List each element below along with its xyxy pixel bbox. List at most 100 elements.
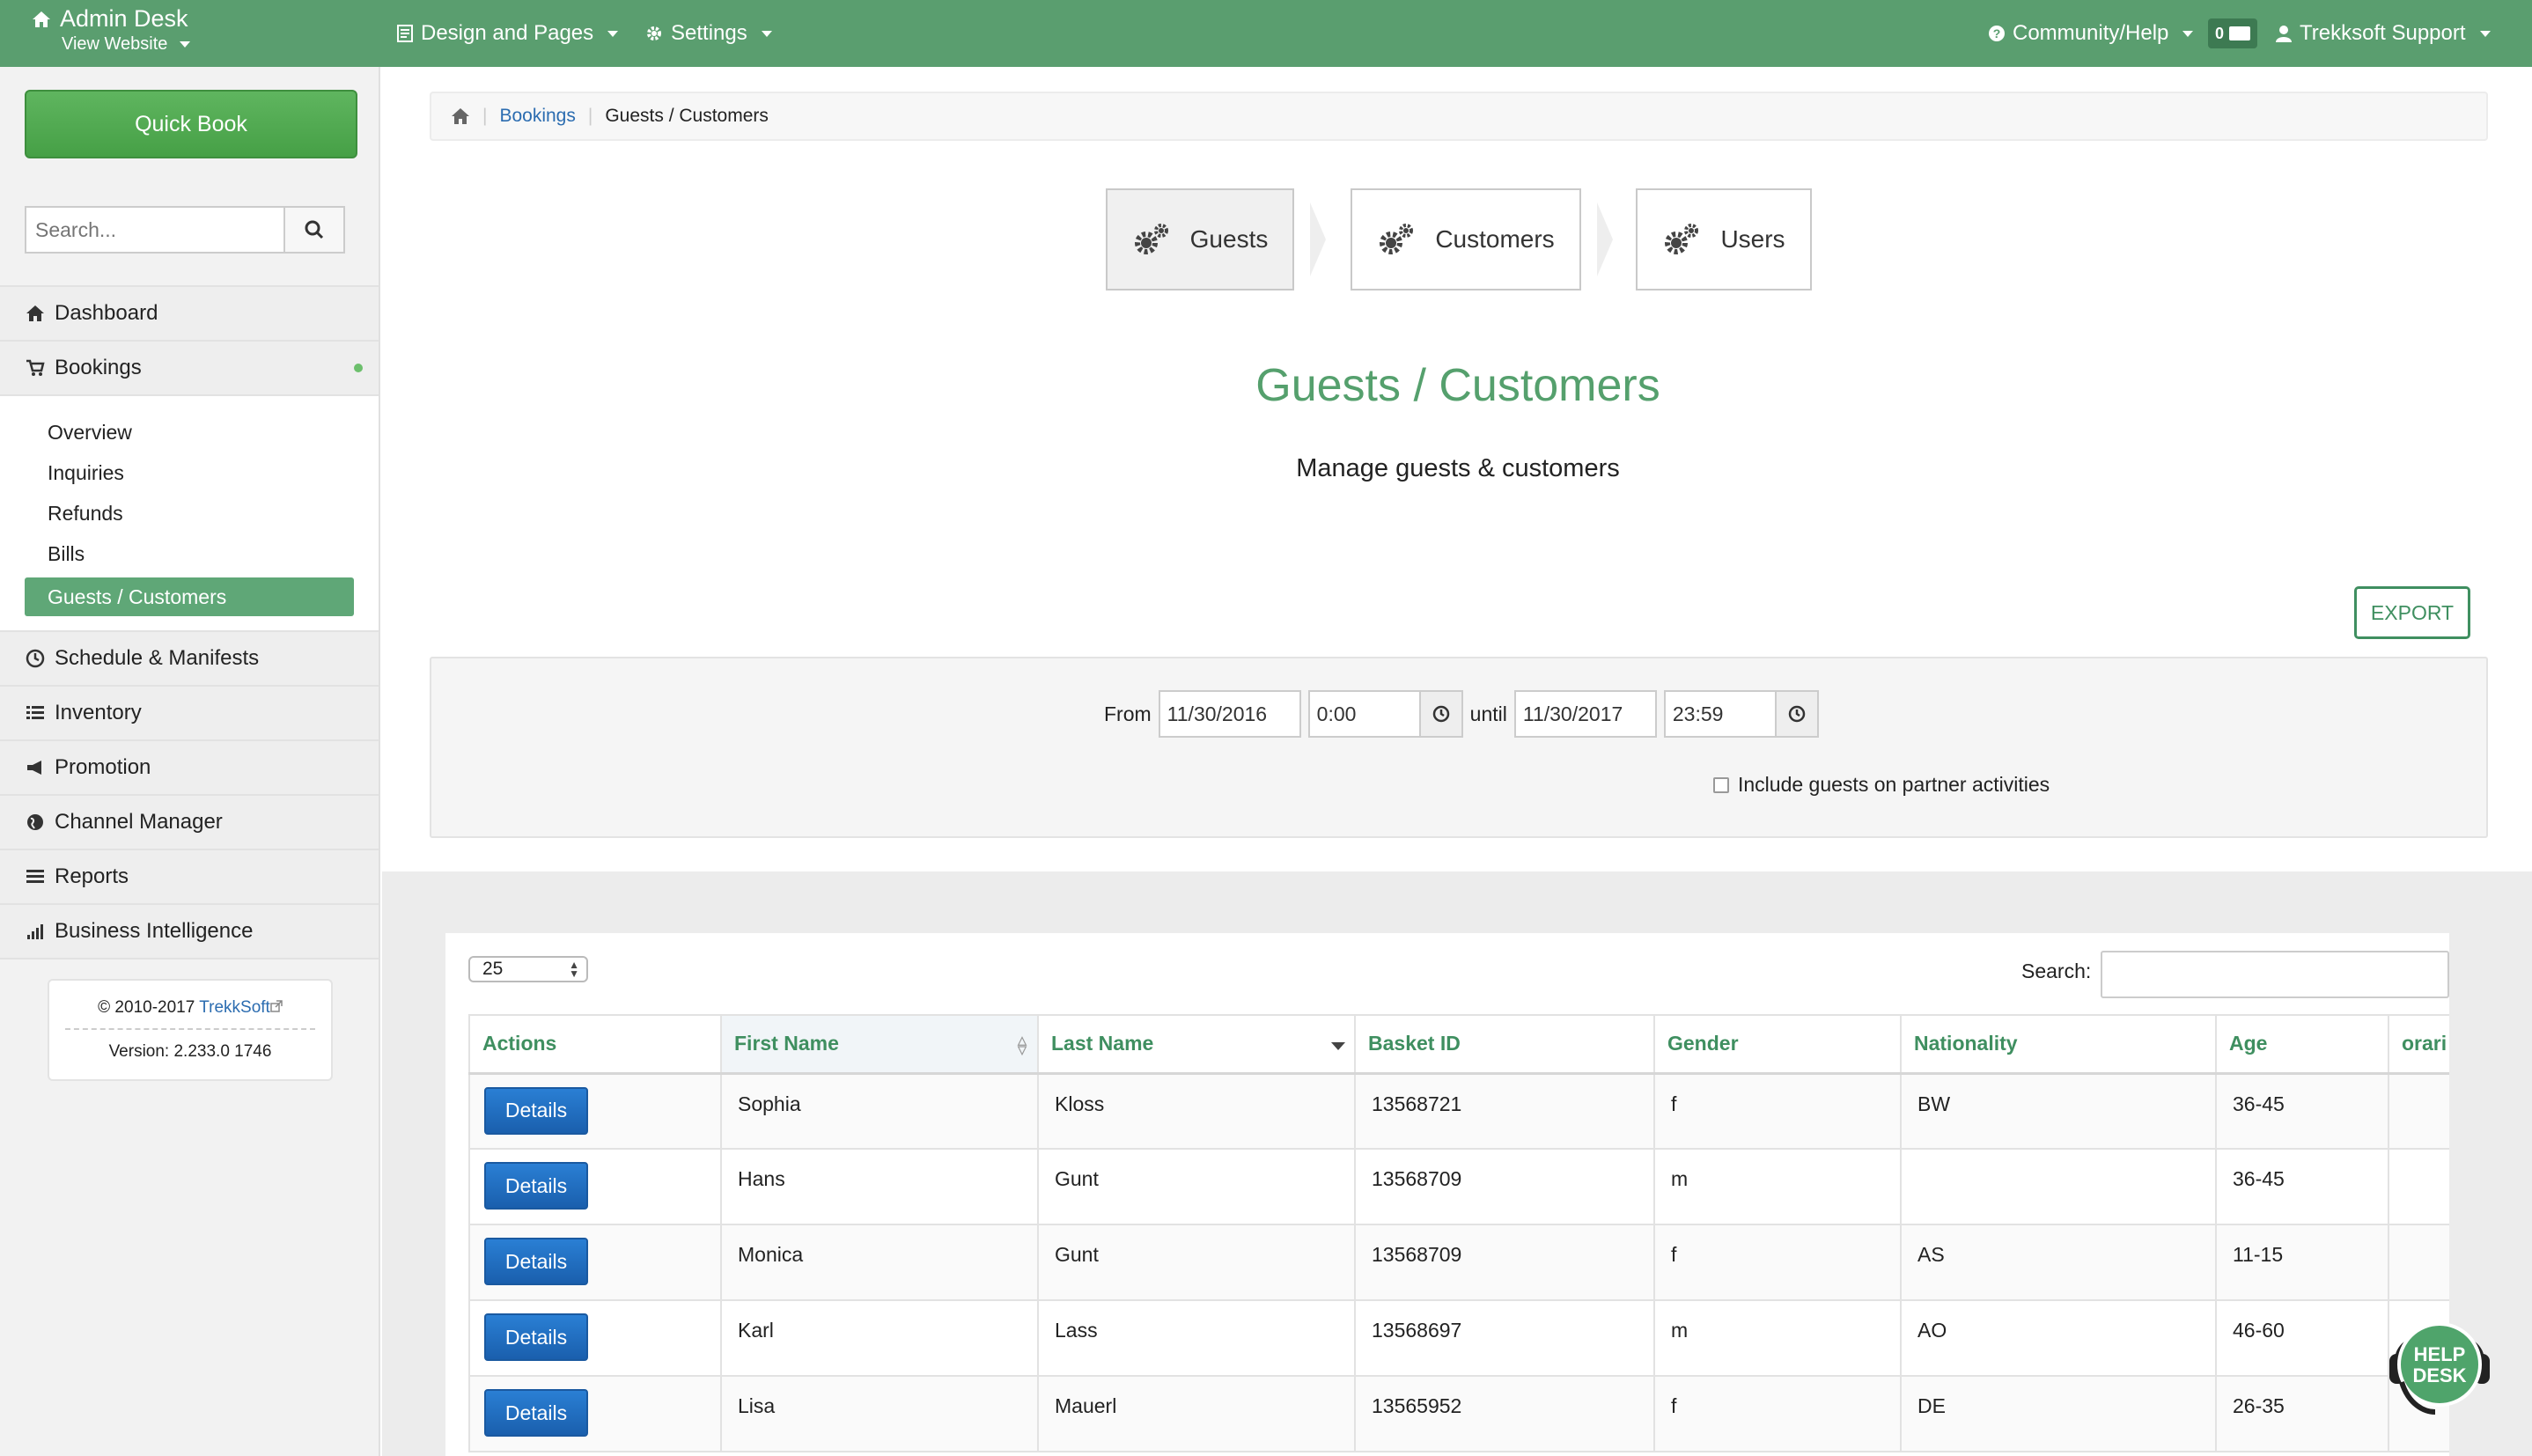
help-desk-line1: HELP	[2414, 1343, 2466, 1365]
design-pages-menu[interactable]: Design and Pages	[396, 0, 619, 67]
headset-icon: HELP DESK	[2389, 1322, 2490, 1415]
until-time-picker[interactable]	[1776, 690, 1819, 738]
cart-icon	[26, 359, 45, 376]
view-website-link[interactable]: View Website	[62, 34, 191, 55]
mail-button[interactable]: 0	[2208, 0, 2258, 67]
home-icon	[452, 108, 469, 124]
megaphone-icon	[27, 761, 41, 775]
trekksoft-link[interactable]: TrekkSoft	[199, 998, 270, 1017]
settings-menu[interactable]: Settings	[644, 0, 772, 67]
partner-checkbox[interactable]	[1713, 776, 1729, 793]
active-indicator	[354, 364, 363, 372]
breadcrumb: | Bookings | Guests / Customers	[430, 92, 2488, 141]
help-desk-line2: DESK	[2412, 1364, 2466, 1386]
home-icon	[33, 11, 50, 27]
community-help-menu[interactable]: ? Community/Help	[1988, 0, 2194, 67]
mail-count: 0	[2215, 24, 2225, 42]
page-icon	[397, 25, 413, 42]
from-date-input[interactable]: 11/30/2016	[1158, 690, 1301, 738]
breadcrumb-current: Guests / Customers	[605, 106, 769, 126]
until-time-input[interactable]: 23:59	[1663, 690, 1777, 738]
table-row: Details Sophia Kloss 13568721 f BW 36-45	[468, 1072, 2449, 1150]
brand[interactable]: Admin Desk View Website	[32, 5, 191, 55]
sidebar-item-inventory[interactable]: Inventory	[0, 685, 379, 739]
sidebar: Quick Book Dashboard Bookings Overview I…	[0, 67, 380, 1456]
col-last-name[interactable]: Last Name	[1037, 1014, 1356, 1075]
search-button[interactable]	[283, 206, 345, 254]
export-button[interactable]: EXPORT	[2354, 586, 2470, 639]
cell-basket-id: 13568709	[1354, 1224, 1655, 1301]
help-desk-button[interactable]: HELP DESK	[2382, 1308, 2497, 1423]
details-button[interactable]: Details	[484, 1162, 588, 1210]
details-button[interactable]: Details	[484, 1313, 588, 1361]
sidebar-search	[25, 206, 345, 254]
breadcrumb-bookings[interactable]: Bookings	[499, 106, 575, 127]
col-basket-id[interactable]: Basket ID	[1354, 1014, 1655, 1075]
sidebar-item-dashboard[interactable]: Dashboard	[0, 285, 379, 340]
sidebar-item-bills[interactable]: Bills	[0, 533, 379, 574]
col-first-name[interactable]: First Name △ ▽	[720, 1014, 1039, 1075]
partner-option: Include guests on partner activities	[1713, 773, 2050, 797]
breadcrumb-separator: |	[482, 106, 488, 126]
step-arrow	[1310, 202, 1326, 276]
cell-first-name: Hans	[720, 1148, 1039, 1225]
clock-icon	[1788, 705, 1806, 723]
col-age[interactable]: Age	[2215, 1014, 2389, 1075]
cell-orari	[2388, 1148, 2449, 1225]
table-header-row: Actions First Name △ ▽ Last Name Basket ID…	[468, 1014, 2449, 1075]
step-users[interactable]: Users	[1636, 188, 1812, 290]
sidebar-item-business-intelligence[interactable]: Business Intelligence	[0, 903, 379, 958]
table-search-input[interactable]	[2101, 951, 2449, 998]
quick-book-button[interactable]: Quick Book	[25, 90, 357, 158]
chevron-down-icon	[761, 30, 772, 37]
clock-icon	[26, 649, 45, 668]
sidebar-item-promotion[interactable]: Promotion	[0, 739, 379, 794]
page: Admin Desk View Website Design and Pages…	[0, 0, 2532, 1456]
from-time-input[interactable]: 0:00	[1307, 690, 1421, 738]
step-guests[interactable]: Guests	[1106, 188, 1294, 290]
until-date-input[interactable]: 11/30/2017	[1513, 690, 1657, 738]
sidebar-item-inquiries[interactable]: Inquiries	[0, 452, 379, 493]
table-search-label: Search:	[2021, 960, 2092, 982]
sidebar-item-refunds[interactable]: Refunds	[0, 493, 379, 533]
gears-icon	[1665, 224, 1699, 254]
chevron-down-icon	[607, 30, 619, 37]
cell-gender: m	[1653, 1148, 1902, 1225]
home-icon	[26, 305, 44, 321]
user-menu[interactable]: Trekksoft Support	[2275, 0, 2491, 67]
details-button[interactable]: Details	[484, 1086, 588, 1135]
col-nationality[interactable]: Nationality	[1900, 1014, 2217, 1075]
details-button[interactable]: Details	[484, 1389, 588, 1437]
sidebar-item-guests-customers[interactable]: Guests / Customers	[25, 577, 354, 616]
sidebar-item-reports[interactable]: Reports	[0, 849, 379, 903]
col-gender[interactable]: Gender	[1653, 1014, 1902, 1075]
reports-icon	[26, 870, 44, 883]
col-actions: Actions	[468, 1014, 722, 1075]
sidebar-item-bookings[interactable]: Bookings	[0, 340, 379, 394]
page-size-select[interactable]: 25 ▲ ▼	[468, 956, 588, 982]
col-orari[interactable]: orari	[2388, 1014, 2449, 1075]
sidebar-item-channel-manager[interactable]: Channel Manager	[0, 794, 379, 849]
details-button[interactable]: Details	[484, 1238, 588, 1285]
cell-last-name: Lass	[1037, 1299, 1356, 1377]
page-title: Guests / Customers	[1255, 360, 1660, 411]
cell-first-name: Karl	[720, 1299, 1039, 1377]
from-time-picker[interactable]	[1420, 690, 1463, 738]
step-customers[interactable]: Customers	[1351, 188, 1581, 290]
search-input[interactable]	[25, 206, 283, 254]
sidebar-item-overview[interactable]: Overview	[0, 412, 379, 452]
svg-text:?: ?	[1993, 26, 2001, 40]
date-filter-panel: From 11/30/2016 0:00 until 11/30/2017 23…	[430, 657, 2488, 838]
cell-gender: f	[1653, 1224, 1902, 1301]
breadcrumb-home[interactable]	[451, 107, 470, 126]
cell-nationality	[1900, 1148, 2217, 1225]
until-label: until	[1469, 702, 1507, 725]
page-subtitle: Manage guests & customers	[1296, 454, 1620, 482]
date-range-row: From 11/30/2016 0:00 until 11/30/2017 23…	[1104, 690, 1819, 738]
menu-divider	[0, 958, 379, 960]
cell-age: 46-60	[2215, 1299, 2389, 1377]
step-arrow	[1597, 202, 1613, 276]
guests-table: Actions First Name △ ▽ Last Name Basket ID…	[468, 1014, 2449, 1452]
sidebar-item-schedule[interactable]: Schedule & Manifests	[0, 630, 379, 685]
table-row: Details Hans Gunt 13568709 m 36-45	[468, 1148, 2449, 1225]
